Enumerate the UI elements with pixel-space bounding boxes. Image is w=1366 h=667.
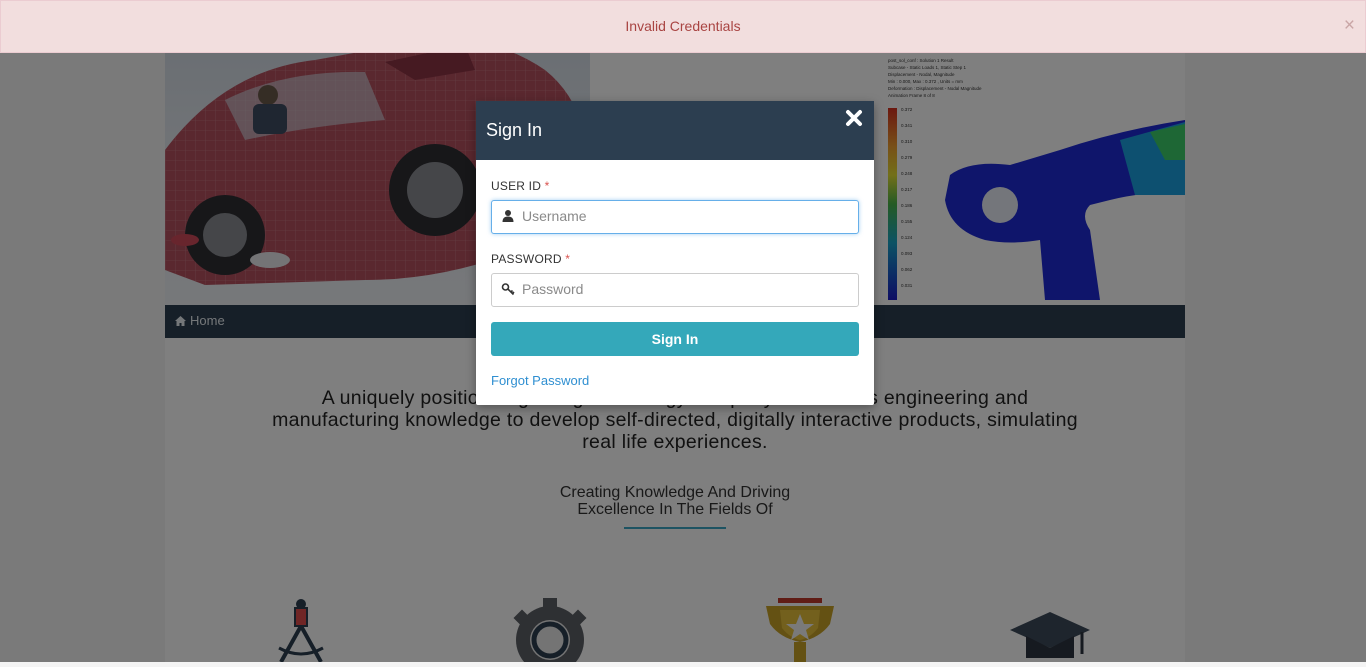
alert-close-button[interactable]: ×	[1344, 1, 1355, 50]
close-icon	[846, 110, 862, 126]
modal-close-button[interactable]	[845, 109, 863, 127]
modal-title: Sign In	[486, 120, 543, 140]
user-icon	[502, 210, 514, 222]
username-input[interactable]	[522, 201, 848, 231]
signin-modal: Sign In USER ID * PASSWORD * Sign In For…	[476, 101, 874, 405]
key-icon	[501, 283, 515, 296]
error-alert: Invalid Credentials ×	[0, 0, 1366, 53]
required-mark: *	[544, 179, 550, 193]
password-label-text: PASSWORD	[491, 252, 562, 266]
forgot-password-link[interactable]: Forgot Password	[491, 373, 589, 388]
modal-header: Sign In	[476, 101, 874, 160]
signin-button[interactable]: Sign In	[491, 322, 859, 356]
password-field[interactable]	[491, 273, 859, 307]
username-field[interactable]	[491, 200, 859, 234]
required-mark: *	[565, 252, 571, 266]
user-id-label-text: USER ID	[491, 179, 542, 193]
password-label: PASSWORD *	[491, 252, 570, 266]
user-id-label: USER ID *	[491, 179, 550, 193]
alert-message: Invalid Credentials	[625, 18, 741, 34]
password-input[interactable]	[522, 274, 848, 304]
